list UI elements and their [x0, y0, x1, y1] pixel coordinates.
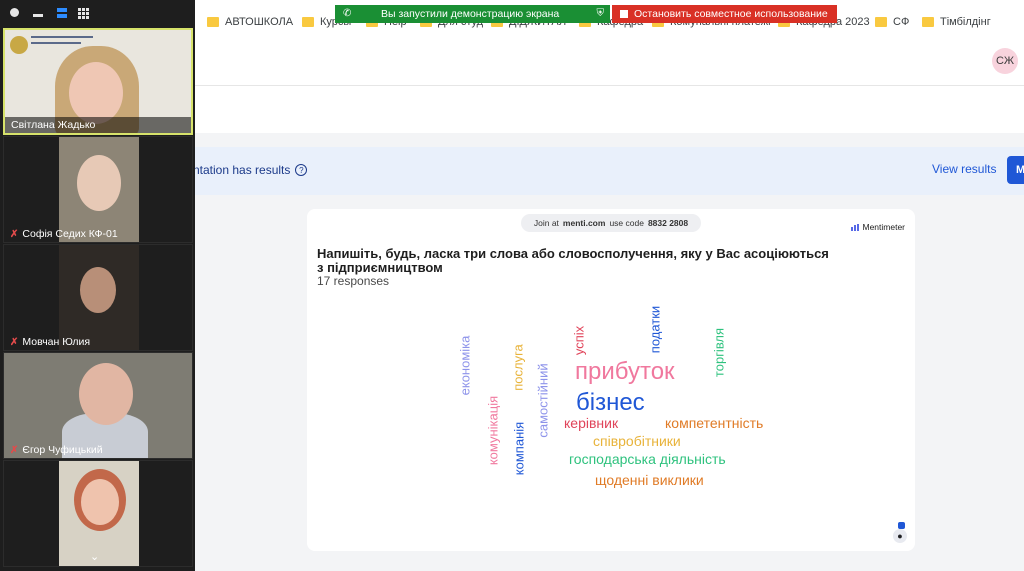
word-posluha: послуга	[510, 344, 526, 391]
speaker-view-icon[interactable]	[57, 8, 68, 19]
response-count: 17 responses	[317, 274, 390, 288]
logo-text-line	[31, 42, 81, 44]
participant-name: Світлана Жадько	[11, 119, 96, 131]
university-logo	[10, 36, 28, 54]
divider	[193, 85, 1024, 86]
question-title: Напишіть, будь, ласка три слова або слов…	[317, 246, 829, 275]
person-icon[interactable]: ●	[893, 529, 907, 543]
phone-icon: ✆	[343, 8, 352, 19]
panel-toolbar	[0, 0, 195, 28]
word-pributok: прибуток	[575, 358, 675, 385]
mic-off-icon: ✗	[10, 228, 19, 240]
word-spivrobitnyky: співробітники	[593, 433, 681, 449]
participant-name: ✗ Єгор Чуфицький	[10, 444, 103, 456]
participant-face	[81, 479, 119, 525]
gallery-view-icon[interactable]	[78, 8, 89, 19]
results-notification-bar	[193, 147, 1024, 195]
user-avatar[interactable]: СЖ	[992, 48, 1018, 74]
view-results-link[interactable]: View results	[932, 162, 996, 176]
word-torhivlya: торгівля	[711, 327, 727, 378]
close-dot-icon[interactable]	[10, 8, 21, 19]
screen-share-status: ✆ Вы запустили демонстрацию экрана ⛨	[335, 5, 610, 23]
participant-name: ✗ Софія Седих КФ-01	[10, 228, 118, 240]
participant-face	[79, 363, 133, 425]
stop-share-button[interactable]: Остановить совместное использование	[612, 5, 837, 23]
mic-off-icon: ✗	[10, 336, 19, 348]
folder-icon	[207, 17, 219, 27]
primary-action-button[interactable]: M	[1007, 156, 1024, 184]
word-hospodarska: господарська діяльність	[569, 451, 726, 467]
folder-icon	[875, 17, 887, 27]
mic-off-icon: ✗	[10, 444, 19, 456]
results-notice: ntation has results ?	[193, 163, 308, 177]
stop-icon	[620, 10, 628, 18]
folder-icon	[302, 17, 314, 27]
notification-badge	[898, 522, 905, 529]
participant-tile[interactable]: Світлана Жадько	[3, 28, 193, 135]
participants-panel: Світлана Жадько ✗ Софія Седих КФ-01 ✗ Мовч…	[0, 0, 195, 571]
bookmark-avtoshkola[interactable]: АВТОШКОЛА	[207, 16, 293, 28]
word-shchodenni: щоденні виклики	[595, 472, 704, 488]
word-kerivnyk: керівник	[564, 415, 619, 431]
page-background	[193, 133, 1024, 147]
mentimeter-logo: Mentimeter	[851, 222, 905, 232]
word-podatky: податки	[647, 305, 663, 354]
word-kompaniya: компанія	[511, 421, 527, 476]
word-komunikatsiya: комунікація	[485, 395, 501, 466]
participant-face	[80, 267, 116, 313]
participant-tile[interactable]: ✗ Софія Седих КФ-01	[3, 136, 193, 243]
participant-tile[interactable]: ✗ Мовчан Юлия	[3, 244, 193, 351]
participant-name: ✗ Мовчан Юлия	[10, 336, 91, 348]
bookmark-timbilding[interactable]: Тімбілдінг	[922, 16, 991, 28]
minimize-icon[interactable]	[33, 14, 43, 17]
chevron-down-icon[interactable]: ⌄	[90, 550, 99, 563]
word-biznes: бізнес	[576, 389, 645, 416]
word-ekonomika: економіка	[457, 335, 473, 396]
mentimeter-icon	[851, 223, 860, 231]
join-instructions: Join at menti.com use code 8832 2808	[521, 214, 701, 232]
bookmark-sf[interactable]: СФ	[875, 16, 909, 28]
participant-face	[77, 155, 121, 211]
word-samostiinyi: самостійний	[535, 363, 551, 438]
folder-icon	[922, 17, 934, 27]
word-kompetentnist: компетентність	[665, 415, 764, 431]
participant-tile[interactable]: ✗ Єгор Чуфицький	[3, 352, 193, 459]
slide-card: Join at menti.com use code 8832 2808 Men…	[307, 209, 915, 551]
logo-text-line	[31, 36, 93, 38]
shield-icon: ⛨	[596, 8, 605, 19]
participant-face	[69, 62, 123, 124]
help-icon[interactable]: ?	[295, 164, 308, 176]
word-uspikh: успіх	[571, 325, 587, 356]
